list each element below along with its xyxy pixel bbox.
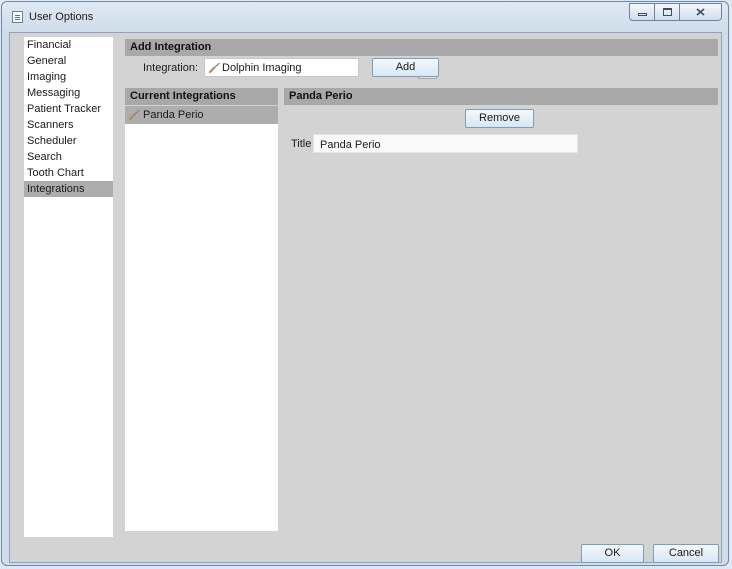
remove-button[interactable]: Remove (465, 109, 534, 128)
current-integrations-list: Panda Perio (125, 106, 278, 531)
link-icon (208, 62, 220, 74)
close-button[interactable] (679, 3, 722, 21)
nav-item-scheduler[interactable]: Scheduler (24, 133, 113, 149)
nav-item-imaging[interactable]: Imaging (24, 69, 113, 85)
user-options-window: User Options Financial General Imaging M… (1, 1, 729, 566)
add-integration-header: Add Integration (125, 39, 718, 56)
integration-detail-header: Panda Perio (284, 88, 718, 105)
add-button[interactable]: Add (372, 58, 439, 77)
link-icon (128, 109, 140, 121)
list-item-label: Panda Perio (143, 109, 204, 121)
maximize-icon (662, 8, 672, 16)
close-icon (696, 8, 705, 16)
nav-item-integrations[interactable]: Integrations (24, 181, 113, 197)
title-bar[interactable]: User Options (2, 2, 728, 32)
nav-item-financial[interactable]: Financial (24, 37, 113, 53)
client-area: Financial General Imaging Messaging Pati… (9, 32, 722, 563)
title-input[interactable] (313, 134, 578, 153)
nav-item-tooth-chart[interactable]: Tooth Chart (24, 165, 113, 181)
maximize-button[interactable] (654, 3, 679, 21)
caption-buttons (629, 3, 722, 21)
nav-item-messaging[interactable]: Messaging (24, 85, 113, 101)
current-integrations-header: Current Integrations (125, 88, 278, 105)
integration-label: Integration: (143, 62, 199, 74)
list-item[interactable]: Panda Perio (125, 106, 278, 124)
options-nav: Financial General Imaging Messaging Pati… (24, 37, 113, 537)
title-label: Title (291, 138, 312, 150)
nav-item-search[interactable]: Search (24, 149, 113, 165)
add-integration-row: Integration: Dolphin Imaging ▼ Add (125, 57, 720, 79)
minimize-button[interactable] (629, 3, 654, 21)
nav-item-patient-tracker[interactable]: Patient Tracker (24, 101, 113, 117)
integration-select-value: Dolphin Imaging (222, 62, 302, 74)
nav-item-general[interactable]: General (24, 53, 113, 69)
cancel-button[interactable]: Cancel (653, 544, 719, 563)
minimize-icon (637, 13, 647, 16)
integration-select[interactable]: Dolphin Imaging ▼ (204, 58, 437, 79)
nav-item-scanners[interactable]: Scanners (24, 117, 113, 133)
ok-button[interactable]: OK (581, 544, 644, 563)
window-title: User Options (29, 11, 94, 23)
app-icon (12, 11, 23, 23)
